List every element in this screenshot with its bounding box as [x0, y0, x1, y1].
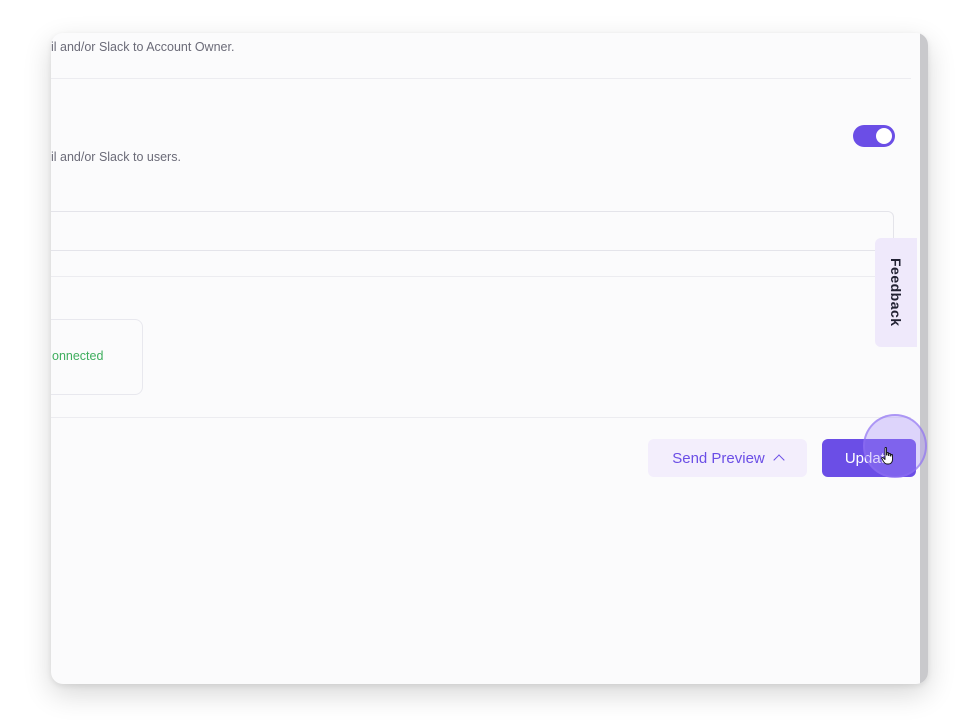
feedback-tab[interactable]: Feedback	[875, 238, 917, 347]
send-preview-label: Send Preview	[672, 449, 765, 467]
recipients-input[interactable]	[51, 211, 894, 251]
slack-integration-card[interactable]: onnected	[51, 319, 143, 395]
toggle-knob	[876, 128, 892, 144]
chevron-up-icon	[773, 454, 785, 466]
settings-window: il and/or Slack to Account Owner. il and…	[51, 33, 928, 684]
feedback-label: Feedback	[888, 258, 904, 327]
hand-pointer-icon	[881, 447, 893, 465]
section-divider	[51, 417, 911, 418]
section-divider	[51, 78, 911, 79]
notify-users-toggle[interactable]	[853, 125, 895, 147]
users-notification-description: il and/or Slack to users.	[51, 150, 181, 164]
section-divider	[51, 276, 911, 277]
connection-status-text: onnected	[52, 349, 104, 363]
account-owner-notification-description: il and/or Slack to Account Owner.	[51, 40, 235, 54]
click-highlight	[863, 414, 927, 478]
send-preview-button[interactable]: Send Preview	[648, 439, 807, 477]
window-scrollbar[interactable]	[920, 33, 928, 684]
